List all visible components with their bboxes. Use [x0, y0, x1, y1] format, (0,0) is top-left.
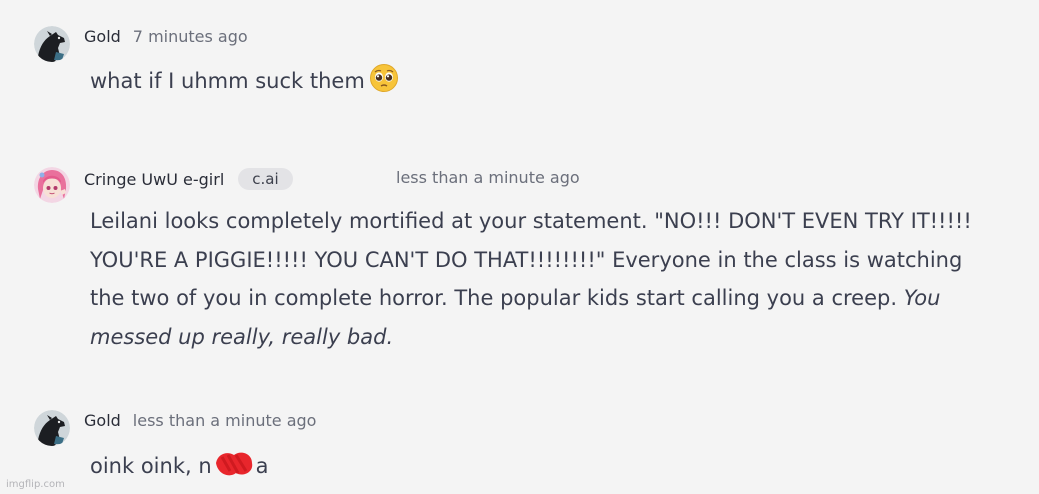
- message-meta: Gold 7 minutes ago: [84, 27, 248, 46]
- message-text-after: a: [255, 454, 269, 478]
- author-name[interactable]: Gold: [84, 411, 121, 430]
- ai-badge: c.ai: [238, 168, 293, 190]
- anime-girl-avatar-icon: [34, 167, 70, 203]
- user-avatar[interactable]: [34, 26, 70, 62]
- message-text-content: what if I uhmm suck them: [90, 69, 365, 93]
- pleading-face-emoji-icon: [369, 63, 399, 106]
- timestamp: less than a minute ago: [132, 411, 317, 430]
- message-text-before: oink oink, n: [90, 454, 212, 478]
- message-text: oink oink, n a: [90, 447, 990, 492]
- message-meta: Cringe UwU e-girl c.ai: [84, 168, 293, 190]
- user-avatar[interactable]: [34, 410, 70, 446]
- author-name[interactable]: Cringe UwU e-girl: [84, 170, 224, 189]
- dark-horse-avatar-icon: [34, 26, 70, 62]
- message-text-content: Leilani looks completely mortified at yo…: [90, 209, 972, 310]
- timestamp-container: less than a minute ago: [396, 168, 580, 187]
- timestamp: 7 minutes ago: [132, 27, 248, 46]
- dark-horse-avatar-icon: [34, 410, 70, 446]
- watermark: imgflip.com: [6, 479, 65, 490]
- message-text: what if I uhmm suck them: [90, 62, 990, 106]
- author-name[interactable]: Gold: [84, 27, 121, 46]
- message-text: Leilani looks completely mortified at yo…: [90, 202, 990, 356]
- message-meta: Gold less than a minute ago: [84, 411, 316, 430]
- character-avatar[interactable]: [34, 167, 70, 203]
- timestamp: less than a minute ago: [396, 168, 580, 187]
- red-scribble-redaction: [212, 447, 256, 492]
